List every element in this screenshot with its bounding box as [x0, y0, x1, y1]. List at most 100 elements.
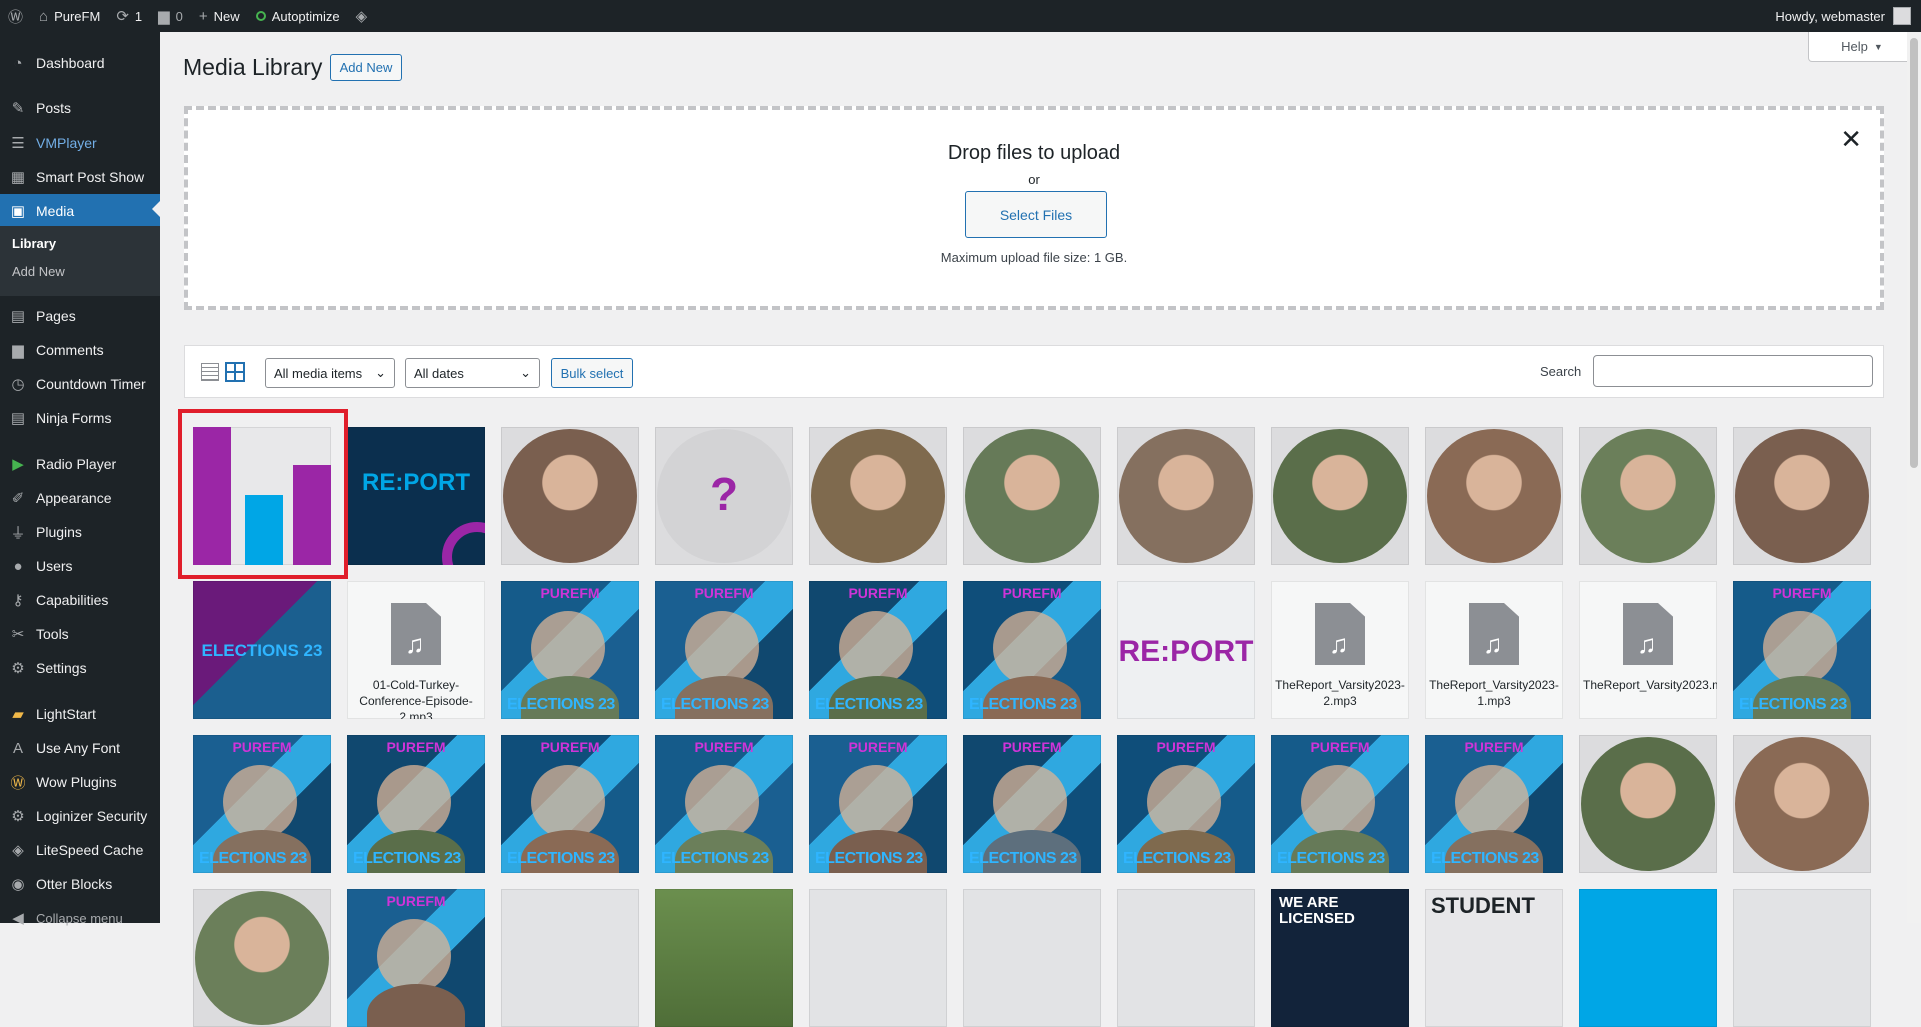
- help-tab-button[interactable]: Help ▼: [1808, 32, 1916, 62]
- sidebar-item-label: Posts: [36, 100, 72, 116]
- playlist-icon: ☰: [11, 135, 25, 152]
- media-item-question[interactable]: ?: [655, 427, 793, 565]
- media-item-elec-photo[interactable]: PUREFM ELECTIONS 23: [809, 581, 947, 719]
- media-item-elec-photo[interactable]: PUREFM ELECTIONS 23: [347, 735, 485, 873]
- media-item-elec-photo[interactable]: PUREFM ELECTIONS 23: [963, 735, 1101, 873]
- list-view-icon[interactable]: [201, 363, 219, 381]
- media-item-elec-photo[interactable]: PUREFM ELECTIONS 23: [1117, 735, 1255, 873]
- submenu-library[interactable]: Library: [12, 236, 56, 251]
- sidebar-item-collapse-menu[interactable]: ◀ Collapse menu: [0, 901, 160, 935]
- media-item-elec-photo[interactable]: PUREFM ELECTIONS 23: [193, 735, 331, 873]
- font-icon: A: [12, 739, 23, 757]
- sidebar-item-plugins[interactable]: ⏚ Plugins: [0, 515, 160, 549]
- sidebar-item-otter-blocks[interactable]: ◉ Otter Blocks: [0, 867, 160, 901]
- media-item-photo[interactable]: [1425, 427, 1563, 565]
- autoptimize-link[interactable]: Autoptimize: [248, 0, 348, 32]
- media-item-elec-photo[interactable]: PUREFM ELECTIONS 23: [963, 581, 1101, 719]
- account-menu[interactable]: Howdy, webmaster: [1767, 0, 1921, 32]
- media-item-elec-photo[interactable]: PUREFM ELECTIONS 23: [1271, 735, 1409, 873]
- media-item-cyan[interactable]: [1579, 889, 1717, 1027]
- sidebar-item-vmplayer[interactable]: ☰ VMPlayer: [0, 126, 160, 160]
- sidebar-item-media[interactable]: ▣ Media: [0, 194, 160, 228]
- sidebar-item-litespeed-cache[interactable]: ◈ LiteSpeed Cache: [0, 833, 160, 867]
- media-item-elec-photo[interactable]: PUREFM ELECTIONS 23: [655, 581, 793, 719]
- media-item-report-white[interactable]: RE:PORT: [1117, 581, 1255, 719]
- site-name-link[interactable]: ⌂ PureFM: [31, 0, 108, 32]
- media-item-photo[interactable]: [1579, 735, 1717, 873]
- media-item-photo[interactable]: [193, 889, 331, 1027]
- sidebar-item-ninja-forms[interactable]: ▤ Ninja Forms: [0, 401, 160, 435]
- media-item-file[interactable]: ♫ TheReport_Varsity2023-2.mp3: [1271, 581, 1409, 719]
- sidebar-item-radio-player[interactable]: ▶ Radio Player: [0, 447, 160, 481]
- sidebar-item-appearance[interactable]: ✐ Appearance: [0, 481, 160, 515]
- bulk-select-button[interactable]: Bulk select: [551, 358, 633, 388]
- media-item-elec-photo[interactable]: PUREFM ELECTIONS 23: [655, 735, 793, 873]
- search-input[interactable]: [1593, 355, 1873, 387]
- date-filter[interactable]: All dates ⌄: [405, 358, 540, 388]
- portrait-photo: [1581, 429, 1715, 563]
- media-type-filter[interactable]: All media items ⌄: [265, 358, 395, 388]
- media-item-elec-photo[interactable]: PUREFM ELECTIONS 23: [809, 735, 947, 873]
- media-item-photo[interactable]: [1117, 427, 1255, 565]
- media-item-elec-photo[interactable]: PUREFM ELECTIONS 23: [501, 735, 639, 873]
- media-item-photo[interactable]: [1733, 427, 1871, 565]
- media-item-photo[interactable]: [1733, 735, 1871, 873]
- media-item-elections[interactable]: ELECTIONS 23: [193, 581, 331, 719]
- media-item-licensed[interactable]: WE ARE LICENSED: [1271, 889, 1409, 1027]
- wordpress-logo-button[interactable]: Ⓦ: [0, 0, 31, 32]
- media-item-photo[interactable]: [809, 427, 947, 565]
- sidebar-item-tools[interactable]: ✂ Tools: [0, 617, 160, 651]
- submenu-add-new[interactable]: Add New: [12, 264, 65, 279]
- updates-link[interactable]: ⟳ 1: [108, 0, 150, 32]
- person-silhouette: [685, 765, 759, 839]
- media-item-photo[interactable]: [501, 427, 639, 565]
- elections-label: ELECTIONS 23: [1739, 696, 1847, 713]
- media-item-blank[interactable]: [1733, 889, 1871, 1027]
- sidebar-item-pages[interactable]: ▤ Pages: [0, 299, 160, 333]
- sidebar-item-loginizer-security[interactable]: ⚙ Loginizer Security: [0, 799, 160, 833]
- elections-label: ELECTIONS 23: [507, 850, 615, 867]
- media-item-blank[interactable]: [963, 889, 1101, 1027]
- upload-drop-zone[interactable]: ✕ Drop files to upload or Select Files M…: [184, 106, 1884, 310]
- media-item-file[interactable]: ♫ 01-Cold-Turkey-Conference-Episode-2.mp3: [347, 581, 485, 719]
- media-item-blank[interactable]: [1117, 889, 1255, 1027]
- media-item-photo[interactable]: [963, 427, 1101, 565]
- form-icon: ▤: [10, 410, 26, 427]
- elections-label: ELECTIONS 23: [1277, 850, 1385, 867]
- sidebar-item-smart-post-show[interactable]: ▦ Smart Post Show: [0, 160, 160, 194]
- sidebar-item-countdown-timer[interactable]: ◷ Countdown Timer: [0, 367, 160, 401]
- sidebar-item-lightstart[interactable]: ▰ LightStart: [0, 697, 160, 731]
- sidebar-item-wow-plugins[interactable]: Ⓦ Wow Plugins: [0, 765, 160, 799]
- sidebar-item-users[interactable]: ● Users: [0, 549, 160, 583]
- media-item-blank[interactable]: [809, 889, 947, 1027]
- sidebar-item-use-any-font[interactable]: A Use Any Font: [0, 731, 160, 765]
- media-item-photo[interactable]: [1271, 427, 1409, 565]
- sidebar-item-settings[interactable]: ⚙ Settings: [0, 651, 160, 685]
- litespeed-menu-button[interactable]: ◈: [348, 0, 376, 32]
- scrollbar-thumb[interactable]: [1910, 38, 1918, 468]
- elections-label: ELECTIONS 23: [1431, 850, 1539, 867]
- media-item-blank[interactable]: [501, 889, 639, 1027]
- new-content-link[interactable]: + New: [191, 0, 248, 32]
- media-item-file[interactable]: ♫ TheReport_Varsity2023.mp3: [1579, 581, 1717, 719]
- media-item-photo[interactable]: [1579, 427, 1717, 565]
- page-scrollbar[interactable]: [1907, 32, 1921, 923]
- music-note-icon: ♫: [405, 629, 425, 659]
- diamond-icon: ◈: [355, 8, 368, 25]
- media-item-elec-photo[interactable]: PUREFM ELECTIONS 23: [1733, 581, 1871, 719]
- media-item-elec-photo[interactable]: PUREFM ELECTIONS 23: [501, 581, 639, 719]
- comments-link[interactable]: ▆ 0: [150, 0, 191, 32]
- media-item-elec-photo[interactable]: PUREFM ELECTIONS 23: [1425, 735, 1563, 873]
- add-new-button[interactable]: Add New: [330, 54, 402, 81]
- media-item-photo-sq[interactable]: [655, 889, 793, 1027]
- sidebar-item-comments[interactable]: ▆ Comments: [0, 333, 160, 367]
- media-item-file[interactable]: ♫ TheReport_Varsity2023-1.mp3: [1425, 581, 1563, 719]
- grid-view-icon[interactable]: [225, 362, 245, 382]
- select-files-button[interactable]: Select Files: [965, 191, 1107, 238]
- media-item-elec-photo[interactable]: PUREFM: [347, 889, 485, 1027]
- media-item-report[interactable]: RE:PORT: [347, 427, 485, 565]
- sidebar-item-dashboard[interactable]: ◔ Dashboard: [0, 46, 160, 80]
- sidebar-item-capabilities[interactable]: ⚷ Capabilities: [0, 583, 160, 617]
- sidebar-item-posts[interactable]: ✎ Posts: [0, 91, 160, 125]
- media-item-student[interactable]: STUDENT: [1425, 889, 1563, 1027]
